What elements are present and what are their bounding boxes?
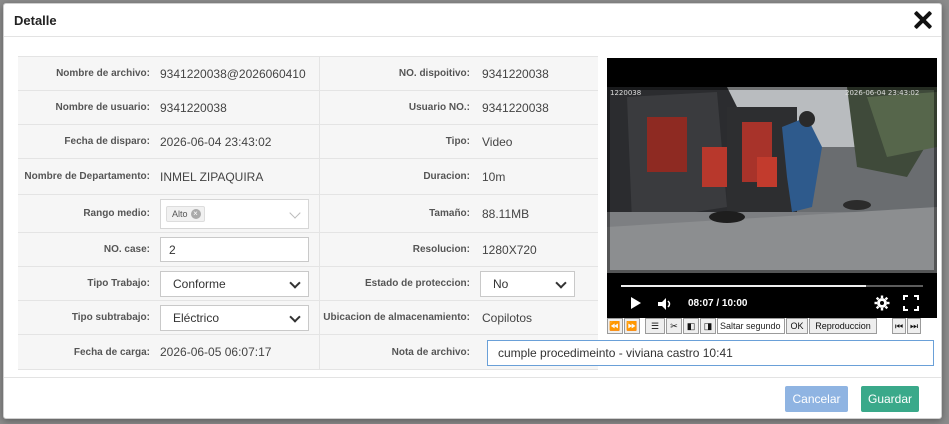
osd-right-text: 2026-06-04 23:43:02 [845, 89, 919, 97]
close-icon[interactable] [912, 9, 934, 31]
row-user: Nombre de usuario: 9341220038 Usuario NO… [18, 91, 598, 125]
detail-grid: Nombre de archivo: 9341220038@2026060410… [18, 56, 598, 370]
file-name-value: 9341220038@2026060410 [154, 57, 320, 90]
file-name-label: Nombre de archivo: [56, 68, 150, 79]
frame-forward-button[interactable]: ◨ [700, 318, 716, 334]
rewind-button[interactable]: ⏪ [607, 318, 623, 334]
video-button-bar: ⏪ ⏩ ☰ ✂ ◧ ◨ Saltar segundo OK Reproducci… [607, 318, 937, 335]
work-subtype-cell: Eléctrico [154, 301, 320, 334]
row-range: Rango medio: Alto × Tamaño: 88.11MB [18, 195, 598, 233]
upload-date-value: 2026-06-05 06:07:17 [154, 335, 320, 369]
video-scene-image: 1220038 2026-06-04 23:43:02 [607, 87, 937, 273]
resolution-label: Resolucion: [412, 244, 470, 255]
modal-header: Detalle [4, 4, 941, 37]
detail-modal: Detalle Nombre de archivo: 9341220038@20… [3, 3, 942, 419]
range-tag-label: Alto [172, 208, 188, 219]
work-type-selected: Conforme [173, 276, 226, 291]
work-type-label: Tipo Trabajo: [87, 278, 150, 289]
protection-select[interactable]: No [480, 270, 575, 297]
video-time: 08:07 / 10:00 [688, 298, 748, 309]
upload-date-label: Fecha de carga: [73, 346, 150, 358]
size-value: 88.11MB [482, 206, 530, 221]
case-no-input[interactable]: 2 [160, 237, 309, 262]
row-date: Fecha de disparo: 2026-06-04 23:43:02 Ti… [18, 125, 598, 159]
duration-value: 10m [482, 169, 506, 184]
type-label: Tipo: [445, 136, 470, 147]
next-icon[interactable]: ⏭ [907, 318, 921, 334]
ok-button[interactable]: OK [786, 318, 808, 334]
work-type-select[interactable]: Conforme [160, 270, 309, 297]
prev-icon[interactable]: ⏮ [892, 318, 906, 334]
row-subtype: Tipo subtrabajo: Eléctrico Ubicacion de … [18, 301, 598, 335]
modal-body: Nombre de archivo: 9341220038@2026060410… [18, 56, 937, 370]
osd-left-text: 1220038 [610, 89, 641, 97]
range-tag: Alto × [166, 205, 205, 222]
settings-icon[interactable] [874, 295, 890, 311]
work-subtype-select[interactable]: Eléctrico [160, 304, 309, 331]
department-label: Nombre de Departamento: [24, 171, 150, 182]
chevron-down-icon [289, 206, 301, 219]
user-name-label: Nombre de usuario: [55, 102, 150, 113]
case-no-cell: 2 [154, 233, 320, 266]
row-dept: Nombre de Departamento: INMEL ZIPAQUIRA … [18, 159, 598, 195]
duration-label: Duracion: [423, 171, 470, 182]
cancel-button[interactable]: Cancelar [785, 386, 848, 412]
video-player[interactable]: 1220038 2026-06-04 23:43:02 08:07 / 10:0… [607, 58, 937, 335]
fullscreen-icon[interactable] [903, 295, 919, 311]
playback-button[interactable]: Reproduccion [809, 318, 877, 334]
cut-button[interactable]: ✂ [666, 318, 682, 334]
video-control-bar: 08:07 / 10:00 [607, 273, 937, 320]
chevron-down-icon [289, 276, 301, 289]
note-label: Nota de archivo: [391, 346, 470, 358]
work-type-cell: Conforme [154, 267, 320, 300]
modal-footer: Cancelar Guardar [4, 377, 941, 418]
remove-tag-icon[interactable]: × [190, 208, 201, 219]
user-name-value: 9341220038 [154, 91, 320, 124]
row-case: NO. case: 2 Resolucion: 1280X720 [18, 233, 598, 267]
department-value: INMEL ZIPAQUIRA [154, 159, 320, 194]
storage-value: Copilotos [482, 310, 533, 325]
chevron-down-icon [555, 276, 567, 289]
user-no-value: 9341220038 [482, 100, 549, 115]
row-worktype: Tipo Trabajo: Conforme Estado de protecc… [18, 267, 598, 301]
device-no-value: 9341220038 [482, 66, 549, 81]
case-no-label: NO. case: [103, 244, 150, 255]
range-label: Rango medio: [83, 208, 150, 219]
user-no-label: Usuario NO.: [408, 102, 470, 113]
chevron-down-icon [289, 310, 301, 323]
range-cell: Alto × [154, 195, 320, 232]
protection-cell: No [474, 267, 598, 300]
row-file: Nombre de archivo: 9341220038@2026060410… [18, 57, 598, 91]
type-value: Video [482, 134, 513, 149]
device-no-label: NO. dispoitivo: [398, 68, 470, 79]
list-button[interactable]: ☰ [645, 318, 665, 334]
range-multiselect[interactable]: Alto × [160, 198, 309, 229]
protection-selected: No [493, 276, 509, 291]
size-label: Tamaño: [429, 208, 470, 219]
volume-icon[interactable] [657, 297, 673, 311]
save-button[interactable]: Guardar [861, 386, 919, 412]
note-input[interactable]: cumple procedimeinto - viviana castro 10… [487, 340, 934, 366]
video-progress-fill [621, 285, 866, 287]
video-progress-bar[interactable] [621, 285, 923, 287]
work-subtype-label: Tipo subtrabajo: [71, 312, 150, 323]
protection-label: Estado de proteccion: [364, 278, 470, 289]
play-icon[interactable] [631, 297, 641, 309]
modal-title: Detalle [14, 13, 57, 28]
fast-forward-button[interactable]: ⏩ [624, 318, 640, 334]
storage-label: Ubicacion de almacenamiento: [323, 312, 470, 323]
resolution-value: 1280X720 [482, 242, 537, 257]
trigger-date-value: 2026-06-04 23:43:02 [154, 125, 320, 158]
frame-back-button[interactable]: ◧ [683, 318, 699, 334]
video-frame: 1220038 2026-06-04 23:43:02 [607, 87, 937, 273]
trigger-date-label: Fecha de disparo: [64, 136, 150, 147]
skip-seconds-input[interactable]: Saltar segundo [717, 318, 785, 334]
work-subtype-selected: Eléctrico [173, 310, 220, 325]
